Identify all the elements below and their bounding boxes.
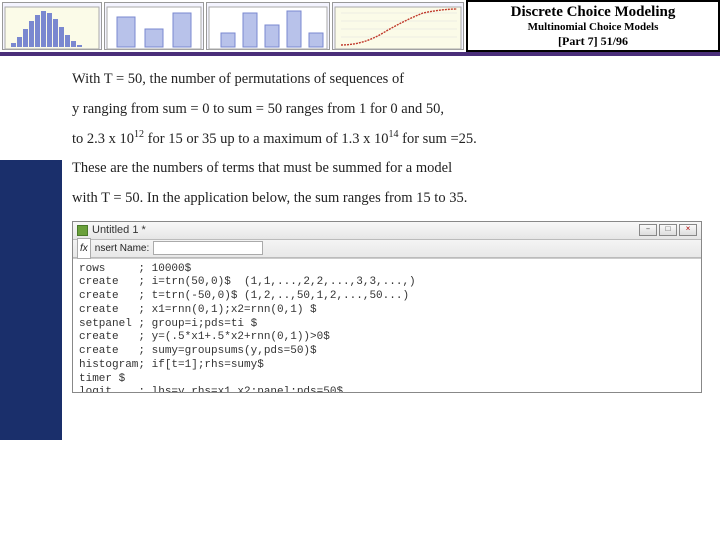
slide-number: [Part 7] 51/96 [558, 34, 628, 49]
para-1: With T = 50, the number of permutations … [72, 66, 702, 94]
course-subtitle: Multinomial Choice Models [528, 21, 659, 33]
thumb-curve [332, 2, 464, 50]
chart-thumbnails [0, 0, 466, 52]
slide-header: Discrete Choice Modeling Multinomial Cho… [0, 0, 720, 56]
minimize-button[interactable]: – [639, 224, 657, 236]
thumb-bars [104, 2, 204, 50]
editor-titlebar: Untitled 1 * – □ × [73, 222, 701, 240]
code-area[interactable]: rows ; 10000$ create ; i=trn(50,0)$ (1,1… [73, 258, 701, 392]
thumb-histogram [2, 2, 102, 50]
maximize-button[interactable]: □ [659, 224, 677, 236]
editor-file-icon [77, 225, 88, 236]
para-2: y ranging from sum = 0 to sum = 50 range… [72, 96, 702, 124]
editor-toolbar: fx nsert Name: [73, 240, 701, 258]
editor-window-title: Untitled 1 * [92, 220, 635, 241]
fx-icon[interactable]: fx [77, 238, 91, 259]
title-box: Discrete Choice Modeling Multinomial Cho… [466, 0, 720, 52]
para-4: These are the numbers of terms that must… [72, 155, 702, 183]
close-button[interactable]: × [679, 224, 697, 236]
side-band [0, 56, 62, 536]
code-editor-window: Untitled 1 * – □ × fx nsert Name: rows ;… [72, 221, 702, 393]
thumb-bars-2 [206, 2, 330, 50]
side-accent [0, 160, 62, 440]
insert-name-label: nsert Name: [95, 239, 149, 258]
course-title: Discrete Choice Modeling [511, 4, 676, 21]
insert-name-input[interactable] [153, 241, 263, 255]
para-5: with T = 50. In the application below, t… [72, 185, 702, 213]
para-3: to 2.3 x 1012 for 15 or 35 up to a maxim… [72, 125, 702, 153]
slide-content: With T = 50, the number of permutations … [62, 56, 720, 536]
